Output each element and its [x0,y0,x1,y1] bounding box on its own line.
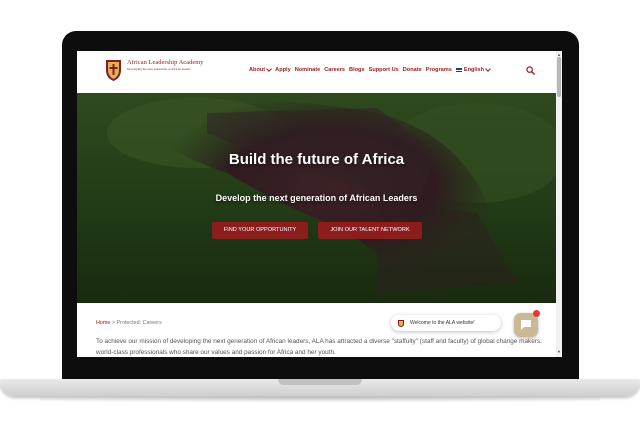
main-nav: About Apply Nominate Careers Blogs Suppo… [249,66,491,73]
laptop-notch [278,379,362,385]
notification-badge [533,310,540,317]
chat-greeting-bubble[interactable]: Welcome to the ALA website! [391,315,501,331]
intro-paragraph: To achieve our mission of developing the… [96,338,542,356]
language-selector[interactable]: English [455,66,491,73]
browser-viewport: African Leadership Academy Developing th… [77,51,562,357]
breadcrumb: Home > Protected: Careers [96,320,162,326]
chevron-down-icon [266,66,272,72]
logo-text[interactable]: African Leadership Academy Developing th… [127,59,204,71]
uk-flag-icon [455,68,462,72]
site-header: African Leadership Academy Developing th… [77,51,556,94]
logo-name: African Leadership Academy [127,59,204,66]
nav-label: Donate [402,67,422,73]
ala-crest-icon [398,320,404,327]
hero-banner: Build the future of Africa Develop the n… [77,93,556,303]
logo-tagline: Developing the next generation of Africa… [127,67,191,71]
nav-label: Programs [425,67,452,73]
nav-label: Apply [275,67,291,73]
hero-subtitle: Develop the next generation of African L… [215,193,418,203]
search-icon[interactable] [526,66,535,75]
page-scrollbar[interactable]: ▲ ▼ [556,51,562,357]
breadcrumb-home-link[interactable]: Home [96,320,110,326]
nav-item-nominate[interactable]: Nominate [295,67,321,73]
chat-icon [521,320,531,330]
breadcrumb-current: Protected: Careers [116,320,162,326]
nav-item-donate[interactable]: Donate [403,67,422,73]
find-your-opportunity-button[interactable]: FIND YOUR OPPORTUNITY [212,222,308,239]
nav-label: English [463,67,485,73]
nav-item-careers[interactable]: Careers [324,67,345,73]
nav-item-apply[interactable]: Apply [275,67,291,73]
nav-item-programs[interactable]: Programs [426,67,452,73]
laptop-shadow [40,396,600,402]
join-talent-network-button[interactable]: JOIN OUR TALENT NETWORK [318,222,422,239]
chevron-down-icon [485,66,491,72]
ala-crest-logo[interactable] [104,58,123,82]
hero-title: Build the future of Africa [228,151,405,168]
chat-launcher-button[interactable] [514,310,540,337]
chat-greeting-text: Welcome to the ALA website! [410,320,475,326]
nav-label: Blogs [349,67,365,73]
scroll-thumb[interactable] [557,57,561,97]
nav-label: Careers [324,67,346,73]
nav-item-about[interactable]: About [249,66,272,73]
nav-label: About [249,67,266,73]
nav-label: Nominate [294,67,321,73]
nav-label: Support Us [368,67,399,73]
nav-item-blogs[interactable]: Blogs [349,67,365,73]
scroll-down-arrow-icon[interactable]: ▼ [557,349,561,354]
nav-item-support-us[interactable]: Support Us [369,67,399,73]
